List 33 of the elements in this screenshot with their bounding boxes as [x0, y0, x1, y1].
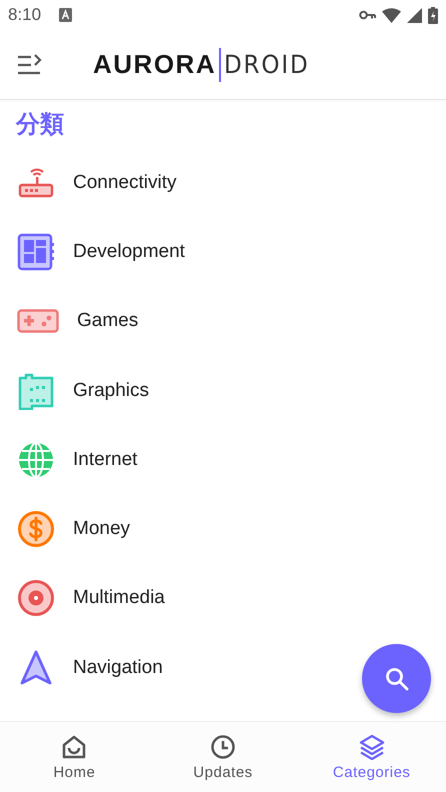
nav-tab[interactable]: Home — [0, 722, 149, 792]
category-item[interactable]: Internet — [0, 425, 446, 494]
category-item[interactable]: Money — [0, 494, 446, 564]
home-icon — [61, 734, 88, 760]
status-time: 8:10 — [8, 5, 42, 25]
logo-wordmark-light: DROID — [224, 50, 310, 79]
category-item[interactable]: Navigation — [0, 633, 446, 702]
nav-tab[interactable]: Categories — [297, 722, 446, 792]
battery-icon — [428, 6, 438, 24]
chip-icon — [17, 232, 55, 271]
film-icon — [17, 372, 55, 410]
search-button[interactable] — [362, 644, 431, 713]
category-item[interactable]: Development — [0, 217, 446, 287]
globe-icon — [17, 440, 55, 479]
layers-icon — [358, 734, 385, 760]
menu-button[interactable] — [17, 52, 43, 76]
menu-icon — [17, 52, 43, 76]
logo-wordmark: AURORA — [93, 49, 216, 80]
category-item[interactable]: Graphics — [0, 356, 446, 426]
target-icon — [17, 579, 55, 618]
section-heading: 分類 — [16, 110, 65, 140]
signal-icon — [407, 8, 422, 22]
category-item[interactable]: Games — [0, 286, 446, 356]
wifi-icon — [382, 8, 401, 22]
dollar-coin-icon — [17, 510, 55, 548]
gamepad-icon — [17, 309, 59, 334]
category-item[interactable]: Multimedia — [0, 564, 446, 634]
notification-app-icon — [59, 8, 72, 22]
clock-icon — [210, 734, 236, 760]
category-item[interactable]: Connectivity — [0, 148, 446, 218]
key-icon — [359, 10, 376, 20]
nav-tab[interactable]: Updates — [148, 722, 298, 792]
search-icon — [384, 666, 410, 692]
